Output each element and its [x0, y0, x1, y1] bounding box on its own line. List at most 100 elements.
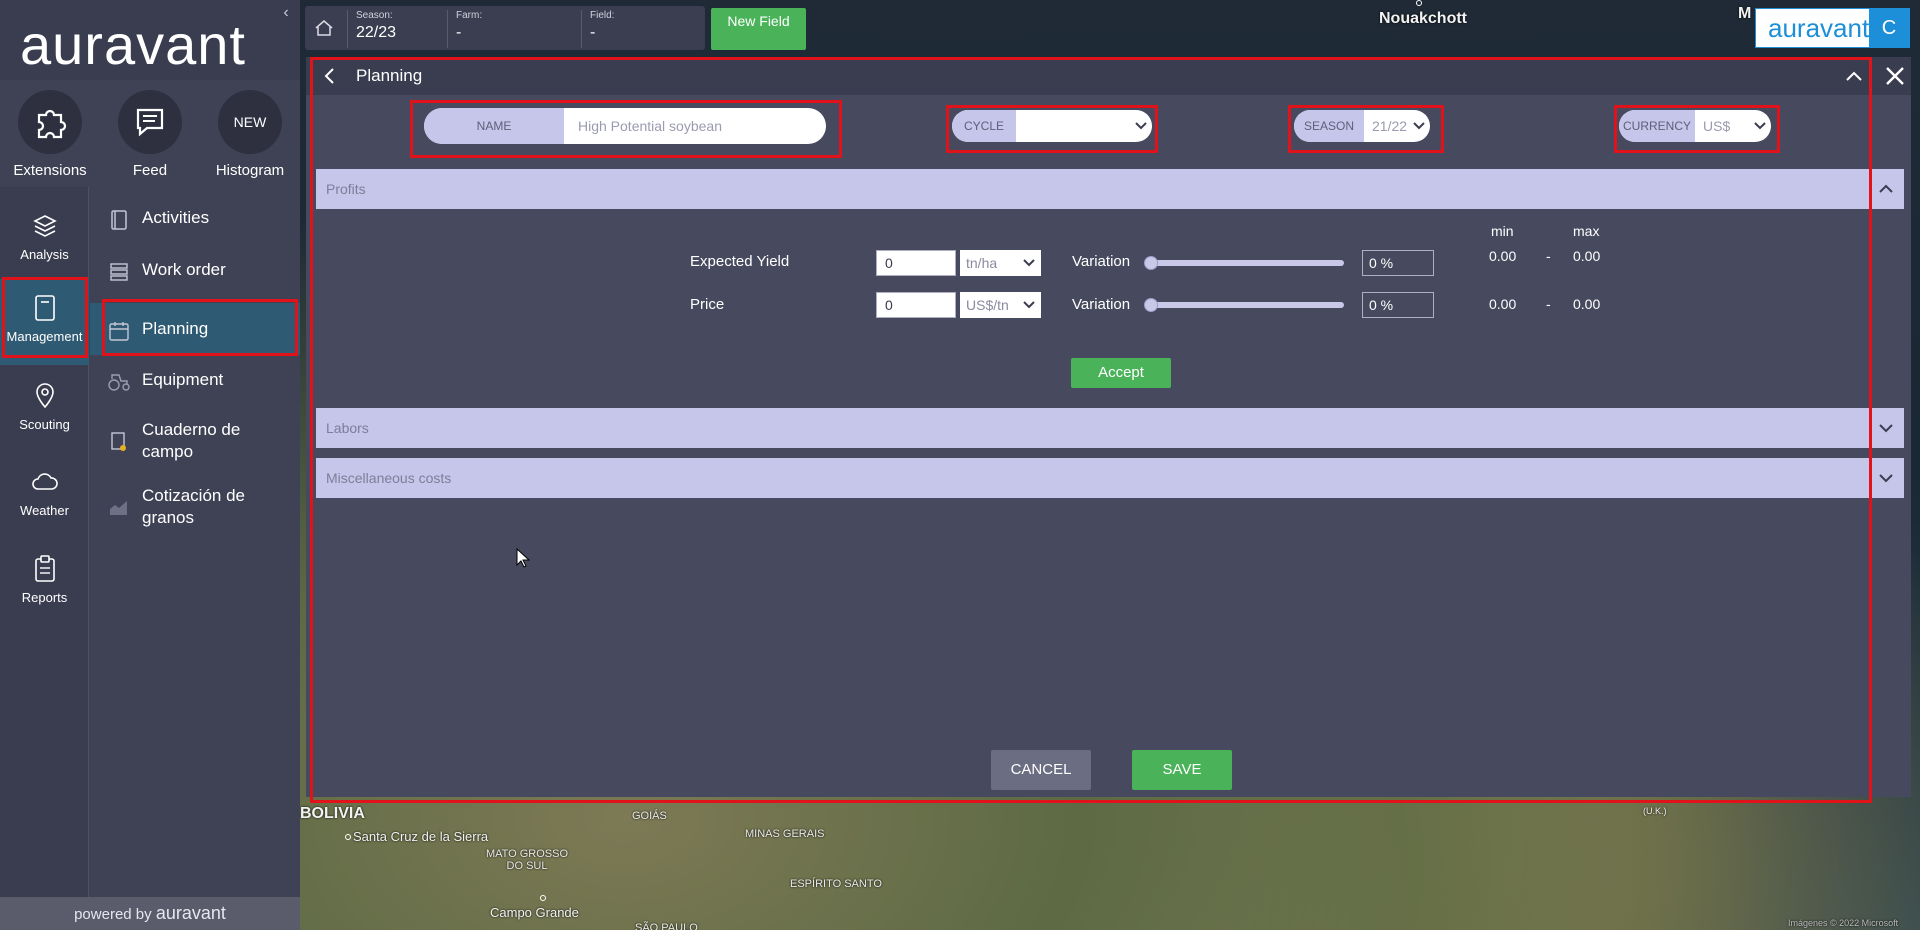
nav-analysis-label: Analysis	[20, 247, 69, 262]
misc-costs-section-header[interactable]: Miscellaneous costs	[316, 458, 1904, 498]
price-slider-handle[interactable]	[1144, 298, 1158, 312]
map-label-goias: GOIÁS	[632, 810, 667, 822]
chevron-down-icon	[1879, 424, 1893, 433]
nav-management-label: Management	[6, 329, 83, 344]
histogram-button[interactable]: NEW Histogram	[200, 90, 300, 179]
price-variation-input[interactable]: 0 %	[1362, 292, 1434, 318]
min-header: min	[1491, 223, 1514, 239]
map-label-campo-grande: Campo Grande	[490, 905, 579, 920]
left-sidebar: auravant ‹ Extensions Feed NEW Histogram…	[0, 0, 300, 930]
cycle-value	[1016, 110, 1130, 142]
nav-scouting[interactable]: Scouting	[0, 367, 89, 449]
city-marker	[1416, 0, 1422, 6]
nav-weather[interactable]: Weather	[0, 453, 89, 535]
yield-variation-label: Variation	[1072, 253, 1131, 270]
cloud-icon	[30, 467, 60, 497]
new-field-button[interactable]: New Field	[711, 8, 806, 50]
menu-field-book-label: Cuaderno de campo	[142, 420, 241, 461]
menu-planning-label: Planning	[142, 319, 209, 338]
extensions-label: Extensions	[13, 162, 87, 179]
name-label: NAME	[424, 108, 564, 144]
accept-button[interactable]: Accept	[1071, 358, 1171, 388]
price-unit-value: US$/tn	[966, 297, 1009, 313]
histogram-label: Histogram	[215, 162, 285, 179]
collapse-sidebar-icon[interactable]: ‹	[278, 4, 294, 24]
map-copyright: Imágenes © 2022 Microsoft	[1788, 918, 1899, 928]
name-field[interactable]: NAME High Potential soybean	[424, 108, 826, 144]
city-marker	[345, 834, 351, 840]
max-header: max	[1573, 223, 1600, 239]
partner-logo[interactable]: auravant C	[1755, 8, 1910, 48]
menu-work-order[interactable]: Work order	[90, 259, 300, 283]
expected-yield-input[interactable]: 0	[876, 250, 956, 276]
cancel-button[interactable]: CANCEL	[991, 750, 1091, 790]
feed-label: Feed	[132, 162, 168, 179]
nav-management[interactable]: Management	[0, 279, 89, 365]
puzzle-icon	[18, 90, 82, 154]
price-input[interactable]: 0	[876, 292, 956, 318]
field-caption: Field:	[590, 10, 615, 21]
farm-caption: Farm:	[456, 10, 483, 21]
price-min-value: 0.00	[1489, 296, 1517, 312]
extensions-button[interactable]: Extensions	[0, 90, 100, 179]
field-selector[interactable]: Field: -	[581, 10, 701, 48]
context-bar: Season: 22/23 Farm: - Field: -	[305, 6, 705, 50]
map-label-bolivia: BOLIVIA	[300, 805, 365, 822]
price-variation-label: Variation	[1072, 296, 1131, 313]
nav-weather-label: Weather	[20, 503, 69, 518]
panel-title: Planning	[356, 66, 423, 85]
collapse-panel-icon[interactable]	[1844, 66, 1864, 86]
field-book-icon	[108, 431, 130, 453]
season-caption: Season:	[356, 10, 393, 21]
save-button[interactable]: SAVE	[1132, 750, 1232, 790]
map-label-sao-paulo: SÃO PAULO	[635, 922, 698, 930]
map-label-uk: (U.K.)	[1643, 806, 1667, 816]
list-icon	[108, 261, 130, 283]
currency-value: US$	[1703, 118, 1731, 134]
mouse-cursor	[516, 548, 530, 568]
price-variation-slider[interactable]	[1144, 302, 1344, 308]
map-label-m: M	[1738, 5, 1752, 22]
menu-activities[interactable]: Activities	[90, 207, 300, 231]
powered-by-footer: powered by auravant	[0, 897, 300, 930]
yield-unit-value: tn/ha	[966, 255, 998, 271]
menu-equipment-label: Equipment	[142, 370, 224, 389]
chevron-down-icon	[1023, 301, 1035, 309]
city-marker	[540, 895, 546, 901]
yield-unit-select[interactable]: tn/ha	[960, 250, 1041, 276]
tractor-icon	[108, 371, 130, 393]
back-icon[interactable]	[320, 66, 340, 86]
menu-equipment[interactable]: Equipment	[90, 369, 300, 393]
profits-section-header[interactable]: Profits	[316, 169, 1904, 209]
yield-max-value: 0.00	[1573, 248, 1601, 264]
close-icon[interactable]	[1884, 65, 1906, 87]
feed-button[interactable]: Feed	[100, 90, 200, 179]
module-nav: Analysis Management Scouting Weather Rep…	[0, 187, 89, 897]
farm-selector[interactable]: Farm: -	[447, 10, 577, 48]
name-input[interactable]: High Potential soybean	[564, 108, 826, 144]
nav-analysis[interactable]: Analysis	[0, 197, 89, 279]
home-button[interactable]	[305, 6, 343, 50]
yield-variation-slider[interactable]	[1144, 260, 1344, 266]
currency-label: CURRENCY	[1619, 110, 1695, 142]
nav-reports[interactable]: Reports	[0, 540, 89, 622]
cycle-select[interactable]: CYCLE	[952, 110, 1152, 142]
season-value: 22/23	[356, 24, 397, 41]
menu-activities-label: Activities	[142, 208, 210, 227]
menu-planning[interactable]: Planning	[90, 303, 300, 355]
season-selector[interactable]: Season: 22/23	[347, 10, 443, 48]
layers-icon	[30, 211, 60, 241]
season-select[interactable]: SEASON 21/22	[1294, 110, 1430, 142]
labors-section-header[interactable]: Labors	[316, 408, 1904, 448]
price-unit-select[interactable]: US$/tn	[960, 292, 1041, 318]
chat-icon	[118, 90, 182, 154]
yield-slider-handle[interactable]	[1144, 256, 1158, 270]
menu-field-book[interactable]: Cuaderno de campo	[90, 419, 300, 463]
logo-area: auravant ‹	[0, 0, 300, 80]
chevron-down-icon	[1749, 110, 1771, 142]
menu-grain-prices[interactable]: Cotización de granos	[90, 485, 300, 529]
currency-select[interactable]: CURRENCY US$	[1619, 110, 1771, 142]
profits-title: Profits	[326, 181, 366, 197]
yield-variation-input[interactable]: 0 %	[1362, 250, 1434, 276]
map-label-minas: MINAS GERAIS	[745, 828, 825, 840]
